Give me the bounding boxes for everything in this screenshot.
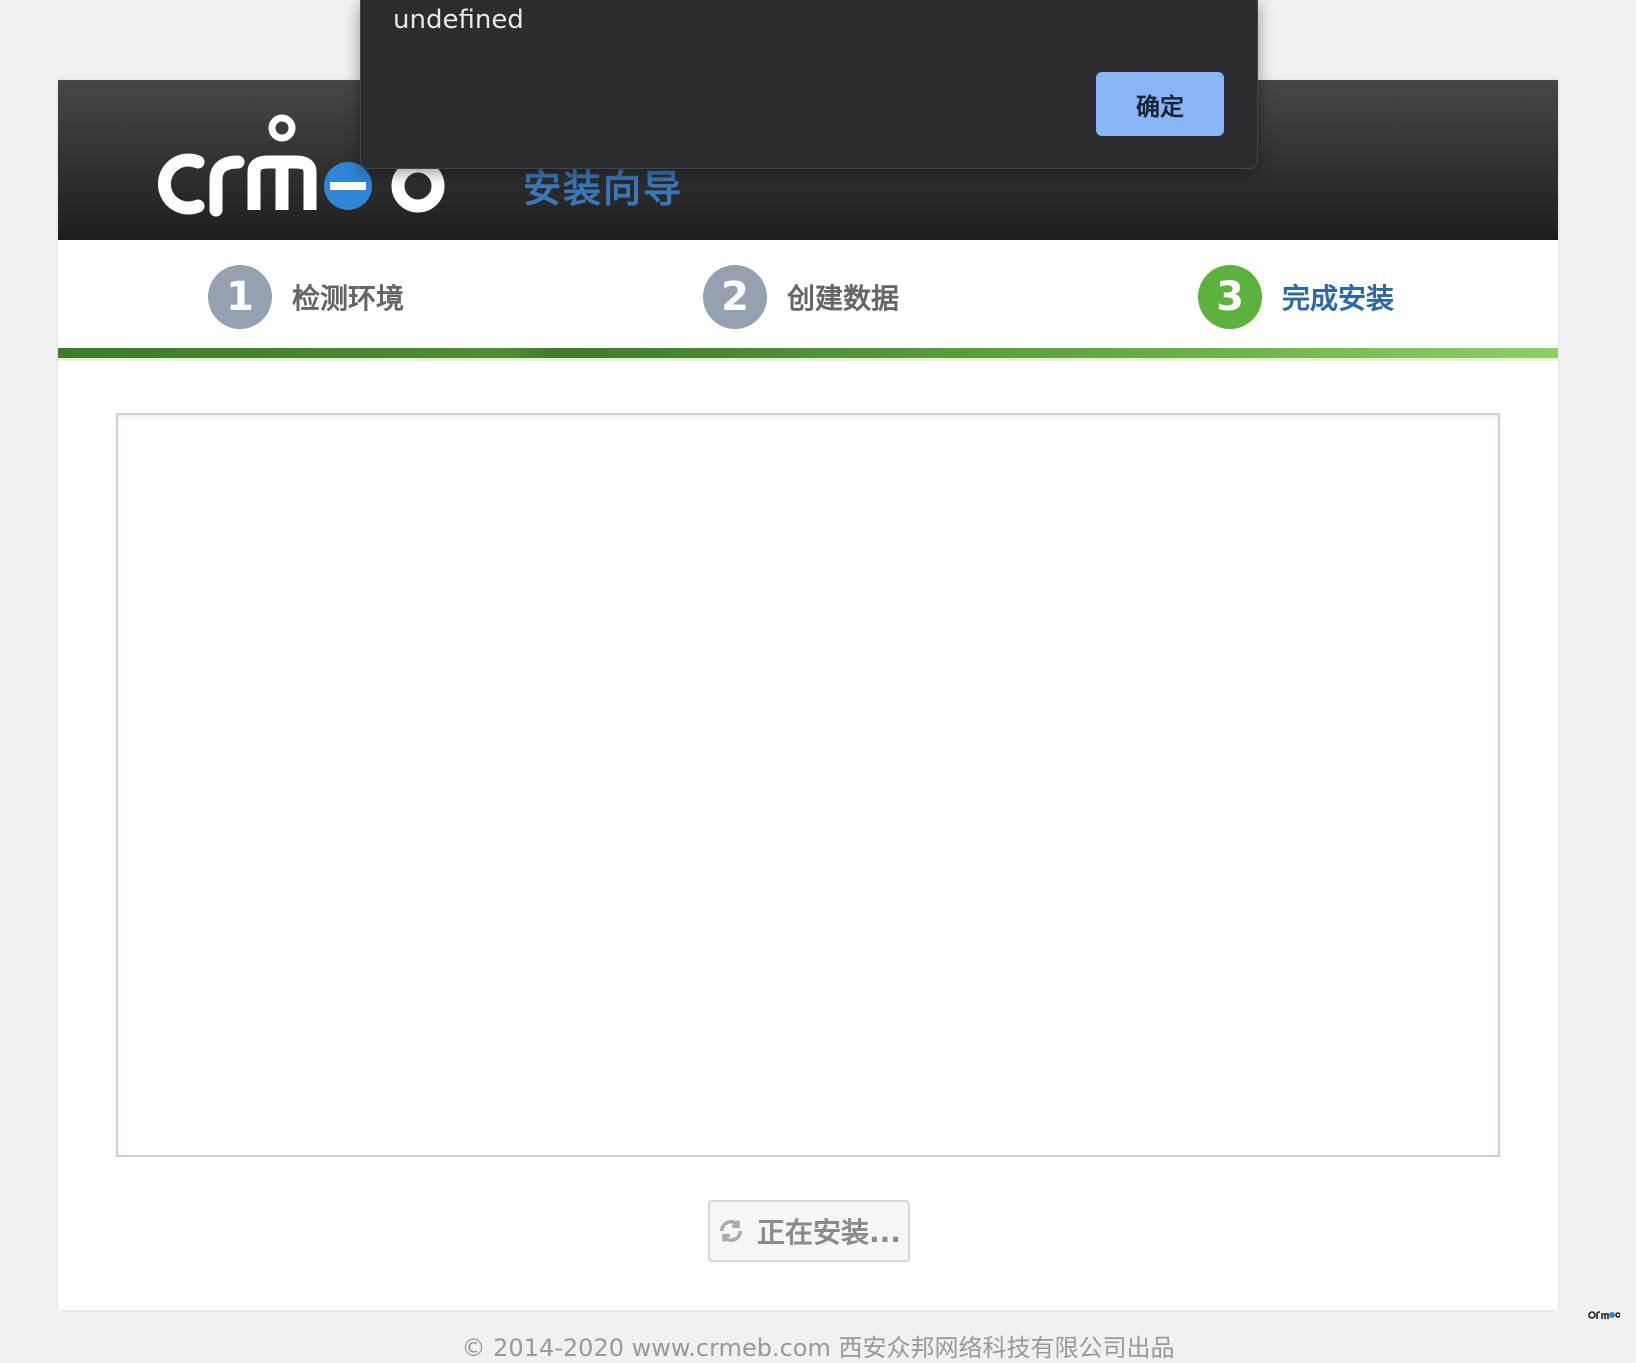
step-check-environment: 1 检测环境 (208, 265, 404, 329)
alert-dialog: undefined 确定 (360, 0, 1258, 169)
installer-page: 安装向导 1 检测环境 2 创建数据 3 完成安装 正在安装... (58, 80, 1558, 1310)
step-create-data: 2 创建数据 (703, 265, 899, 329)
step-indicator: 1 检测环境 2 创建数据 3 完成安装 (58, 240, 1558, 360)
step-complete-install: 3 完成安装 (1198, 265, 1394, 329)
install-log-box[interactable] (116, 413, 1500, 1157)
corner-crmeb-logo (1588, 1311, 1620, 1319)
step-label: 完成安装 (1282, 282, 1395, 315)
step-number: 2 (703, 265, 767, 329)
alert-message: undefined (393, 5, 524, 35)
progress-bar (58, 348, 1558, 358)
progress-bar-track (58, 358, 1558, 361)
installing-button-label: 正在安装... (757, 1216, 901, 1249)
installing-button[interactable]: 正在安装... (708, 1200, 910, 1262)
step-number: 1 (208, 265, 272, 329)
alert-ok-button[interactable]: 确定 (1096, 72, 1224, 136)
refresh-icon (719, 1220, 743, 1242)
step-label: 检测环境 (292, 282, 405, 315)
step-number: 3 (1198, 265, 1262, 329)
footer-copyright: © 2014-2020 www.crmeb.com 西安众邦网络科技有限公司出品 (461, 1334, 1175, 1362)
step-label: 创建数据 (787, 282, 900, 315)
